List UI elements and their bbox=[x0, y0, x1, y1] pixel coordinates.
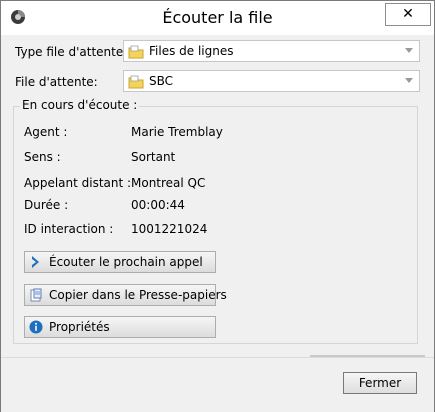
properties-button[interactable]: Propriétés bbox=[24, 316, 216, 338]
queue-type-value: Files de lignes bbox=[149, 44, 234, 58]
info-icon bbox=[29, 320, 43, 334]
listen-next-call-label: Écouter le prochain appel bbox=[49, 255, 203, 269]
queue-select[interactable]: SBC bbox=[123, 70, 420, 92]
window-title: Écouter la file bbox=[162, 8, 273, 27]
duration-label: Durée : bbox=[24, 198, 69, 212]
queue-type-select[interactable]: Files de lignes bbox=[123, 40, 420, 62]
queue-type-label: Type file d'attente: bbox=[15, 45, 128, 59]
clipboard-icon bbox=[30, 288, 42, 302]
direction-label: Sens : bbox=[24, 150, 61, 164]
folder-queue-icon bbox=[128, 75, 144, 89]
duration-value: 00:00:44 bbox=[131, 198, 185, 212]
remote-caller-value: Montreal QC bbox=[131, 176, 206, 190]
interaction-id-value: 1001221024 bbox=[131, 222, 208, 236]
copy-to-clipboard-label: Copier dans le Presse-papiers bbox=[49, 288, 227, 302]
close-dialog-button[interactable]: Fermer bbox=[343, 372, 417, 394]
direction-value: Sortant bbox=[131, 150, 176, 164]
agent-label: Agent : bbox=[24, 125, 68, 139]
properties-label: Propriétés bbox=[49, 320, 110, 334]
dialog-window: Écouter la file ✕ Type file d'attente: F… bbox=[0, 0, 435, 412]
chevron-down-icon bbox=[405, 48, 413, 53]
title-bar: Écouter la file ✕ bbox=[1, 1, 434, 35]
window-close-button[interactable]: ✕ bbox=[385, 3, 431, 26]
chevron-right-icon bbox=[32, 256, 39, 268]
listening-group-title: En cours d'écoute : bbox=[20, 98, 140, 112]
dialog-content: Type file d'attente: Files de lignes Fil… bbox=[1, 35, 434, 355]
folder-queue-icon bbox=[128, 45, 144, 59]
copy-to-clipboard-button[interactable]: Copier dans le Presse-papiers bbox=[24, 284, 227, 306]
agent-value: Marie Tremblay bbox=[131, 125, 223, 139]
chevron-down-icon bbox=[405, 78, 413, 83]
interaction-id-label: ID interaction : bbox=[24, 222, 114, 236]
listen-next-call-button[interactable]: Écouter le prochain appel bbox=[24, 251, 216, 273]
remote-caller-label: Appelant distant : bbox=[24, 176, 132, 190]
queue-label: File d'attente: bbox=[15, 75, 98, 89]
queue-value: SBC bbox=[149, 74, 174, 88]
